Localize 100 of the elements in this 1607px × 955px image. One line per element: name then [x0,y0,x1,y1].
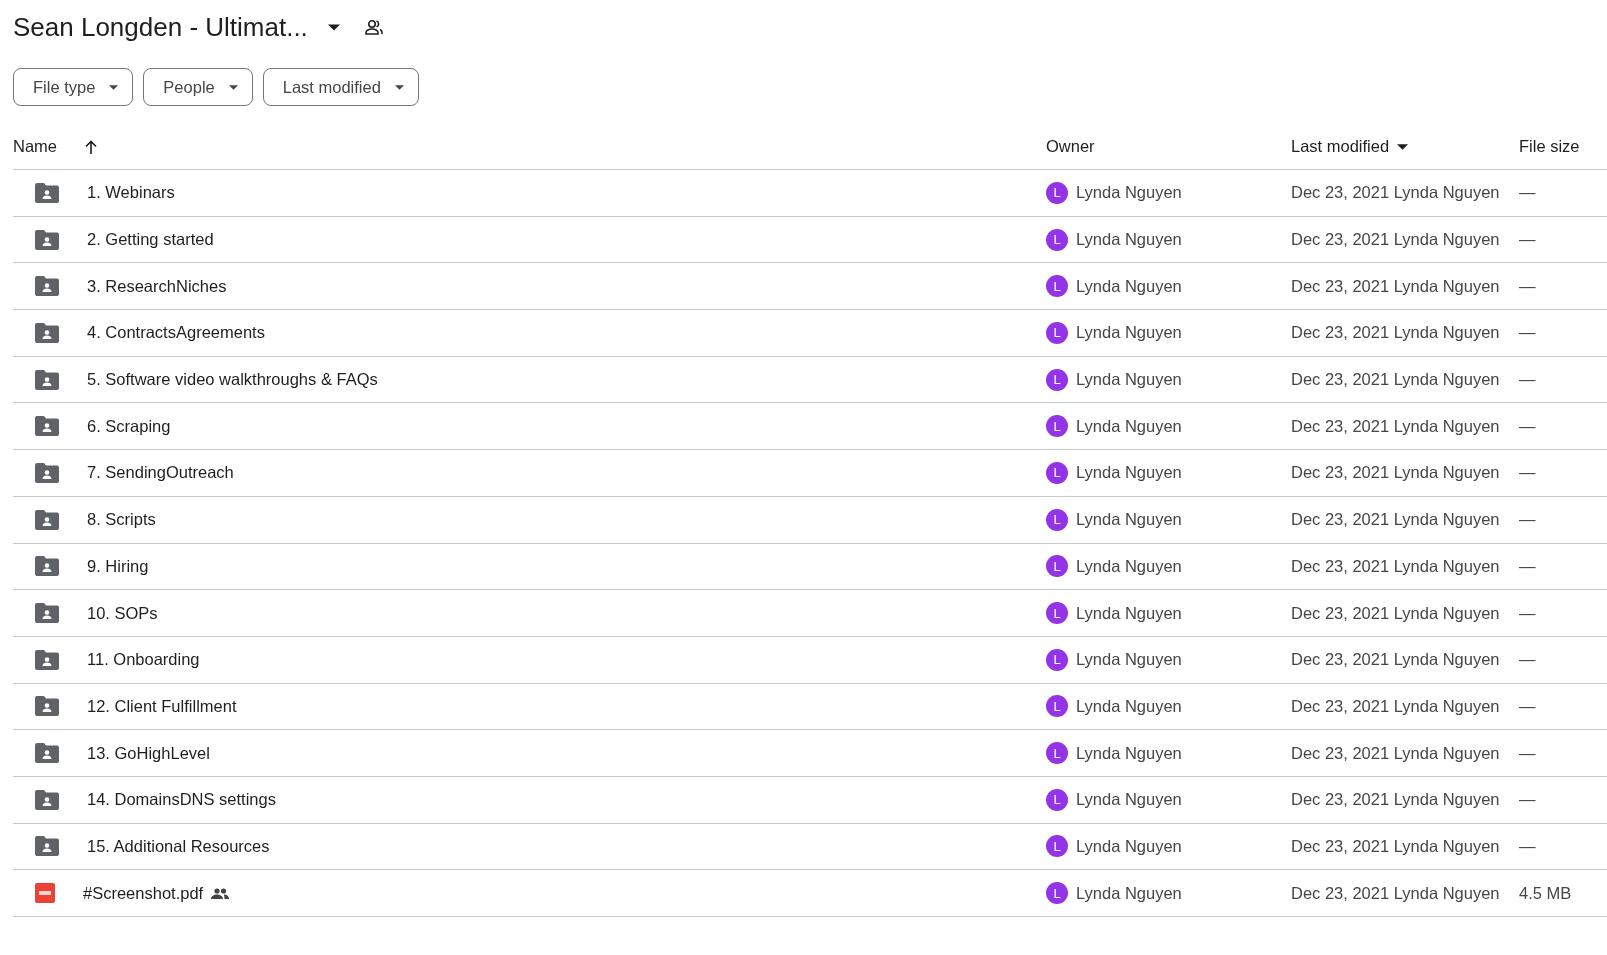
file-size: — [1519,276,1536,295]
shared-folder-icon [35,509,59,530]
avatar: L [1046,228,1068,251]
modified-date: Dec 23, 2021 Lynda Nguyen [1291,743,1500,762]
file-name[interactable]: 14. DomainsDNS settings [87,790,276,810]
owner-name: Lynda Nguyen [1076,276,1182,296]
owner-name: Lynda Nguyen [1076,556,1182,576]
file-name[interactable]: 1. Webinars [87,183,175,203]
avatar: L [1046,882,1068,905]
people-icon[interactable] [363,19,384,35]
file-size: — [1519,416,1536,435]
shared-folder-icon [35,229,59,250]
modified-date: Dec 23, 2021 Lynda Nguyen [1291,603,1500,622]
file-row[interactable]: 11. Onboarding L Lynda Nguyen Dec 23, 2021 Lynda Nguyen — [13,636,1607,684]
file-size: — [1519,463,1536,482]
file-row[interactable]: 14. DomainsDNS settings L Lynda Nguyen Dec 23, 2021 Lynda Nguyen — [13,776,1607,824]
file-name[interactable]: 10. SOPs [87,603,158,623]
file-size: — [1519,510,1536,529]
file-name[interactable]: 3. ResearchNiches [87,276,227,296]
caret-icon[interactable] [327,23,340,31]
shared-folder-icon [35,416,59,437]
file-row[interactable]: 12. Client Fulfillment L Lynda Nguyen Dec 23, 2021 Lynda Nguyen — [13,683,1607,731]
shared-folder-icon [35,462,59,483]
modified-date: Dec 23, 2021 Lynda Nguyen [1291,790,1500,809]
file-row[interactable]: 10. SOPs L Lynda Nguyen Dec 23, 2021 Lynda Nguyen — [13,590,1607,637]
file-name[interactable]: 11. Onboarding [87,650,200,670]
modified-date: Dec 23, 2021 Lynda Nguyen [1291,370,1500,389]
sort-arrow-icon[interactable] [85,139,97,154]
filter-dropdown[interactable]: People [143,68,253,106]
column-header[interactable]: Name [13,137,57,156]
column-header[interactable]: Last modified [1291,137,1390,156]
file-size: — [1519,743,1536,762]
file-name[interactable]: 15. Additional Resources [87,836,270,856]
file-name[interactable]: 8. Scripts [87,510,156,530]
pdf-icon [35,883,55,904]
modified-date: Dec 23, 2021 Lynda Nguyen [1291,510,1500,529]
filter-dropdown[interactable]: File type [13,68,134,106]
file-row[interactable]: 5. Software video walkthroughs & FAQs L Lynda Nguyen Dec 23, 2021 Lynda Nguyen — [13,356,1607,404]
shared-folder-icon [35,603,59,624]
file-name[interactable]: 6. Scraping [87,416,171,436]
modified-date: Dec 23, 2021 Lynda Nguyen [1291,556,1500,575]
owner-name: Lynda Nguyen [1076,510,1182,530]
owner-name: Lynda Nguyen [1076,183,1182,203]
file-row[interactable]: 1. Webinars L Lynda Nguyen Dec 23, 2021 Lynda Nguyen — [13,170,1607,217]
column-header[interactable]: Owner [1046,137,1095,155]
file-name[interactable]: 5. Software video walkthroughs & FAQs [87,370,378,390]
avatar: L [1046,602,1068,625]
avatar: L [1046,695,1068,718]
file-size: — [1519,556,1536,575]
owner-name: Lynda Nguyen [1076,230,1182,250]
avatar: L [1046,181,1068,204]
modified-date: Dec 23, 2021 Lynda Nguyen [1291,836,1500,855]
file-size: — [1519,836,1536,855]
filter-dropdown[interactable]: Last modified [262,68,419,106]
file-row[interactable]: 6. Scraping L Lynda Nguyen Dec 23, 2021 Lynda Nguyen — [13,403,1607,451]
shared-folder-icon [35,556,59,577]
file-row[interactable]: 7. SendingOutreach L Lynda Nguyen Dec 23, 2021 Lynda Nguyen — [13,450,1607,497]
modified-date: Dec 23, 2021 Lynda Nguyen [1291,696,1500,715]
file-row[interactable]: 9. Hiring L Lynda Nguyen Dec 23, 2021 Lynda Nguyen — [13,543,1607,591]
shared-folder-icon [35,696,59,717]
file-row[interactable]: 8. Scripts L Lynda Nguyen Dec 23, 2021 Lynda Nguyen — [13,496,1607,544]
owner-name: Lynda Nguyen [1076,836,1182,856]
owner-name: Lynda Nguyen [1076,790,1182,810]
avatar: L [1046,461,1068,484]
avatar: L [1046,648,1068,671]
file-name[interactable]: 13. GoHighLevel [87,743,210,763]
file-row[interactable]: 13. GoHighLevel L Lynda Nguyen Dec 23, 2021 Lynda Nguyen — [13,730,1607,777]
avatar: L [1046,415,1068,438]
file-row[interactable]: #Screenshot.pdf L Lynda Nguyen Dec 23, 2021 Lynda Nguyen 4.5 MB [13,870,1607,917]
file-name[interactable]: 12. Client Fulfillment [87,696,237,716]
file-name[interactable]: 7. SendingOutreach [87,463,234,483]
shared-folder-icon [35,649,59,670]
avatar: L [1046,742,1068,765]
modified-date: Dec 23, 2021 Lynda Nguyen [1291,883,1500,902]
file-size: — [1519,696,1536,715]
file-size: — [1519,230,1536,249]
file-row[interactable]: 2. Getting started L Lynda Nguyen Dec 23, 2021 Lynda Nguyen — [13,216,1607,264]
file-row[interactable]: 15. Additional Resources L Lynda Nguyen Dec 23, 2021 Lynda Nguyen — [13,823,1607,871]
owner-name: Lynda Nguyen [1076,416,1182,436]
shared-folder-icon [35,836,59,857]
owner-name: Lynda Nguyen [1076,370,1182,390]
owner-name: Lynda Nguyen [1076,696,1182,716]
modified-date: Dec 23, 2021 Lynda Nguyen [1291,183,1500,202]
file-name[interactable]: 4. ContractsAgreements [87,323,265,343]
avatar: L [1046,275,1068,298]
caret-icon[interactable] [1397,143,1409,150]
caret-icon [228,84,238,90]
file-name[interactable]: #Screenshot.pdf [83,883,204,903]
modified-date: Dec 23, 2021 Lynda Nguyen [1291,463,1500,482]
file-name[interactable]: 9. Hiring [87,556,149,576]
modified-date: Dec 23, 2021 Lynda Nguyen [1291,650,1500,669]
file-row[interactable]: 3. ResearchNiches L Lynda Nguyen Dec 23, 2021 Lynda Nguyen — [13,263,1607,311]
shared-folder-icon [35,182,59,203]
column-header[interactable]: File size [1519,137,1580,155]
avatar: L [1046,835,1068,858]
file-name[interactable]: 2. Getting started [87,230,214,250]
folder-title[interactable]: Sean Longden - Ultimat... [13,11,328,43]
avatar: L [1046,321,1068,344]
owner-name: Lynda Nguyen [1076,463,1182,483]
file-row[interactable]: 4. ContractsAgreements L Lynda Nguyen Dec 23, 2021 Lynda Nguyen — [13,310,1607,357]
